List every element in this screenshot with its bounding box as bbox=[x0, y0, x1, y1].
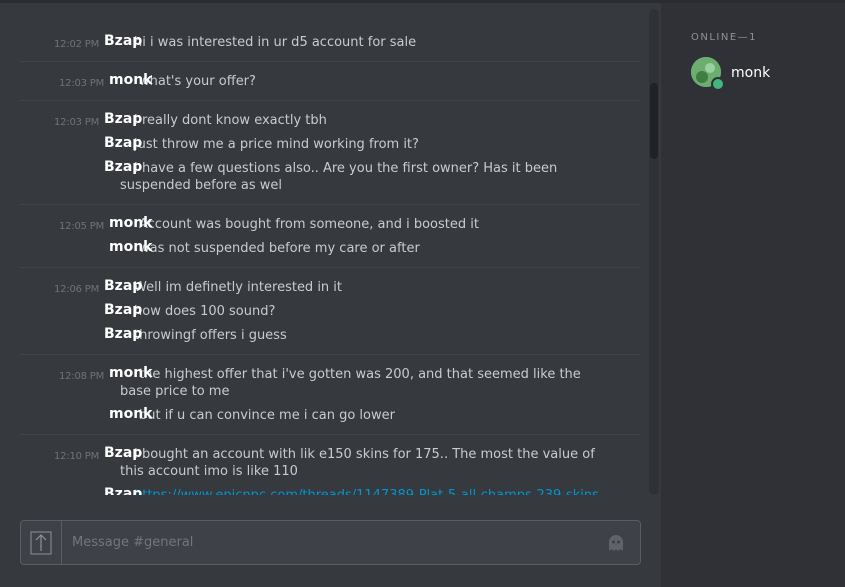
message-group: 12:10 PM Bzap I bought an account with lik… bbox=[20, 435, 640, 495]
message-author[interactable]: Bzap bbox=[90, 278, 142, 295]
message-author[interactable]: Bzap bbox=[90, 135, 142, 152]
message: 12:03 PM Bzap I really dont know exactly t… bbox=[20, 111, 640, 129]
message-author[interactable]: monk bbox=[90, 215, 152, 232]
message-text: but if u can convince me i can go lower bbox=[139, 408, 395, 423]
message-author[interactable]: Bzap bbox=[90, 111, 142, 128]
scrollbar-thumb[interactable] bbox=[650, 83, 658, 159]
member-name: monk bbox=[731, 65, 771, 81]
message-link[interactable]: https://www.epicnpc.com/threads/1147389-… bbox=[120, 488, 604, 495]
message-text: just throw me a price mind working from … bbox=[134, 137, 419, 152]
message-text: what's your offer? bbox=[139, 74, 256, 89]
message-group: 12:06 PM Bzap Well im definetly interested… bbox=[20, 268, 640, 355]
message-author[interactable]: Bzap bbox=[90, 326, 142, 343]
message: 12:03 PM monk what's your offer? bbox=[20, 72, 640, 90]
emoji-button[interactable] bbox=[606, 533, 626, 553]
member-list-header: ONLINE—1 bbox=[691, 32, 758, 43]
message: Bzap just throw me a price mind working f… bbox=[20, 135, 640, 153]
message-group: 12:05 PM monk Account was bought from some… bbox=[20, 205, 640, 268]
message-author[interactable]: Bzap bbox=[90, 159, 142, 176]
message-text: I have a few questions also.. Are you th… bbox=[120, 161, 558, 193]
message-composer bbox=[20, 520, 641, 565]
message-group: 12:03 PM monk what's your offer? bbox=[20, 62, 640, 101]
message: 12:05 PM monk Account was bought from some… bbox=[20, 215, 640, 233]
upload-arrow-icon bbox=[30, 531, 52, 555]
message-text: hi i was interested in ur d5 account for… bbox=[134, 35, 417, 50]
message-group: 12:08 PM monk the highest offer that i've … bbox=[20, 355, 640, 435]
message-text: I really dont know exactly tbh bbox=[134, 113, 327, 128]
message-list[interactable]: 12:02 PM Bzap hi i was interested in ur d5… bbox=[20, 23, 640, 495]
message-text: was not suspended before my care or afte… bbox=[139, 241, 420, 256]
message-author[interactable]: Bzap bbox=[90, 486, 142, 495]
chat-area: 12:02 PM Bzap hi i was interested in ur d5… bbox=[0, 3, 661, 587]
message: 12:02 PM Bzap hi i was interested in ur d5… bbox=[20, 33, 640, 51]
message-text: I bought an account with lik e150 skins … bbox=[120, 447, 595, 479]
member-list: ONLINE—1 monk bbox=[661, 3, 845, 587]
online-status-badge bbox=[711, 77, 725, 91]
message-group: 12:03 PM Bzap I really dont know exactly t… bbox=[20, 101, 640, 205]
message-text: how does 100 sound? bbox=[134, 304, 276, 319]
message: monk was not suspended before my care or … bbox=[20, 239, 640, 257]
message-group: 12:02 PM Bzap hi i was interested in ur d5… bbox=[20, 23, 640, 62]
message: Bzaphttps://www.epicnpc.com/threads/1147… bbox=[20, 486, 640, 495]
member-item-monk[interactable]: monk bbox=[691, 57, 841, 93]
message: 12:08 PM monk the highest offer that i've … bbox=[20, 365, 640, 400]
message-text: the highest offer that i've gotten was 2… bbox=[120, 367, 581, 399]
message-author[interactable]: Bzap bbox=[90, 445, 142, 462]
message-author[interactable]: monk bbox=[90, 72, 152, 89]
message-author[interactable]: monk bbox=[90, 406, 152, 423]
message-author[interactable]: Bzap bbox=[90, 33, 142, 50]
message-author[interactable]: monk bbox=[90, 365, 152, 382]
message-author[interactable]: monk bbox=[90, 239, 152, 256]
message: Bzap throwingf offers i guess bbox=[20, 326, 640, 344]
message-author[interactable]: Bzap bbox=[90, 302, 142, 319]
message-input[interactable] bbox=[62, 521, 592, 564]
message-text: Account was bought from someone, and i b… bbox=[139, 217, 479, 232]
message-scrollbar[interactable] bbox=[649, 9, 659, 495]
message: Bzap how does 100 sound? bbox=[20, 302, 640, 320]
upload-button[interactable] bbox=[21, 521, 62, 564]
message-text: throwingf offers i guess bbox=[134, 328, 287, 343]
message: 12:06 PM Bzap Well im definetly interested… bbox=[20, 278, 640, 296]
message: 12:10 PM Bzap I bought an account with lik… bbox=[20, 445, 640, 480]
message: monk but if u can convince me i can go lo… bbox=[20, 406, 640, 424]
message-text: Well im definetly interested in it bbox=[134, 280, 343, 295]
message: Bzap I have a few questions also.. Are yo… bbox=[20, 159, 640, 194]
emoji-face-icon bbox=[609, 535, 623, 551]
